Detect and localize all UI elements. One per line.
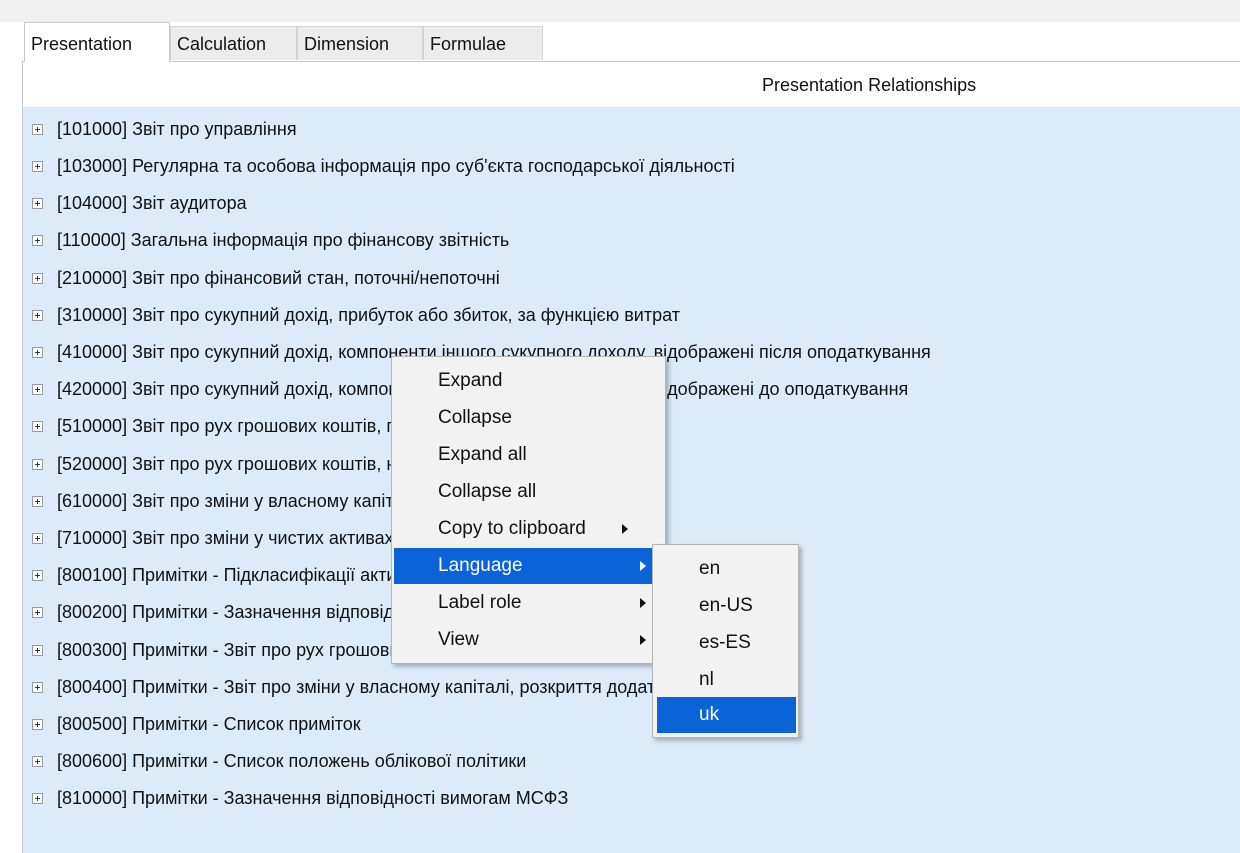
expand-icon[interactable] [32, 496, 43, 507]
expand-icon[interactable] [32, 533, 43, 544]
language-option-nl[interactable]: nl [657, 662, 796, 698]
tree-row[interactable]: [310000] Звіт про сукупний дохід, прибут… [23, 298, 1240, 335]
tree-row-label: [800200] Примітки - Зазначення відповідн… [57, 602, 436, 622]
tree-row-label: [104000] Звіт аудитора [57, 193, 247, 213]
tree-row-label: [710000] Звіт про зміни у чистих активах [57, 528, 394, 548]
menu-item-label: Collapse all [438, 481, 537, 502]
language-option-es-es[interactable]: es-ES [657, 625, 796, 661]
tree-row-label: [101000] Звіт про управління [57, 119, 297, 139]
submenu-arrow-icon [622, 524, 628, 534]
menu-item-label: Expand all [438, 444, 527, 465]
tab-calculation[interactable]: Calculation [170, 26, 297, 60]
expand-icon[interactable] [32, 682, 43, 693]
tab-formulae[interactable]: Formulae [423, 26, 543, 60]
context-menu: Expand Collapse Expand all Collapse all … [391, 356, 666, 664]
tab-presentation[interactable]: Presentation [24, 22, 170, 62]
tree-row-label: [800600] Примітки - Список положень облі… [57, 751, 527, 771]
menu-item-collapse[interactable]: Collapse [394, 400, 663, 436]
language-option-label: nl [699, 669, 714, 690]
expand-icon[interactable] [32, 793, 43, 804]
submenu-arrow-icon [640, 561, 646, 571]
language-option-en-us[interactable]: en-US [657, 588, 796, 624]
tree-row-label: [610000] Звіт про зміни у власному капіт… [57, 491, 418, 511]
expand-icon[interactable] [32, 273, 43, 284]
language-option-label: uk [699, 704, 720, 725]
tree-row[interactable]: [800400] Примітки - Звіт про зміни у вла… [23, 670, 1240, 707]
tree-row[interactable]: [810000] Примітки - Зазначення відповідн… [23, 781, 1240, 818]
menu-item-language[interactable]: Language [394, 548, 663, 584]
language-option-label: en [699, 558, 721, 579]
tree-row[interactable]: [110000] Загальна інформація про фінансо… [23, 223, 1240, 260]
tree-row-label: [210000] Звіт про фінансовий стан, поточ… [57, 268, 500, 288]
language-submenu: en en-US es-ES nl uk [652, 544, 799, 738]
expand-icon[interactable] [32, 235, 43, 246]
tree-row[interactable]: [800600] Примітки - Список положень облі… [23, 744, 1240, 781]
menu-item-collapse-all[interactable]: Collapse all [394, 474, 663, 510]
language-option-uk[interactable]: uk [657, 697, 796, 733]
expand-icon[interactable] [32, 421, 43, 432]
tree-row-label: [810000] Примітки - Зазначення відповідн… [57, 788, 569, 808]
expand-icon[interactable] [32, 347, 43, 358]
expand-icon[interactable] [32, 310, 43, 321]
tree-row[interactable]: [800500] Примітки - Список приміток [23, 707, 1240, 744]
tree-row-label: [110000] Загальна інформація про фінансо… [57, 230, 510, 250]
window-top-strip [0, 0, 1240, 22]
menu-item-label: Language [438, 555, 523, 576]
language-option-label: es-ES [699, 632, 751, 653]
menu-item-label: Label role [438, 592, 522, 613]
expand-icon[interactable] [32, 459, 43, 470]
language-option-en[interactable]: en [657, 551, 796, 587]
menu-item-label: Copy to clipboard [438, 518, 586, 539]
menu-item-expand[interactable]: Expand [394, 363, 663, 399]
tree-row[interactable]: [104000] Звіт аудитора [23, 186, 1240, 223]
expand-icon[interactable] [32, 719, 43, 730]
expand-icon[interactable] [32, 124, 43, 135]
menu-item-label: Expand [438, 370, 503, 391]
tree-row-label: [800500] Примітки - Список приміток [57, 714, 361, 734]
tree-row-label: [103000] Регулярна та особова інформація… [57, 156, 735, 176]
column-header[interactable]: Presentation Relationships [23, 62, 1240, 108]
column-header-label: Presentation Relationships [762, 75, 977, 95]
submenu-arrow-icon [640, 635, 646, 645]
expand-icon[interactable] [32, 570, 43, 581]
menu-item-expand-all[interactable]: Expand all [394, 437, 663, 473]
expand-icon[interactable] [32, 607, 43, 618]
expand-icon[interactable] [32, 645, 43, 656]
expand-icon[interactable] [32, 198, 43, 209]
tree-row-label: [310000] Звіт про сукупний дохід, прибут… [57, 305, 680, 325]
tree-row[interactable]: [210000] Звіт про фінансовий стан, поточ… [23, 261, 1240, 298]
menu-item-view[interactable]: View [394, 622, 663, 658]
tab-dimension[interactable]: Dimension [297, 26, 423, 60]
expand-icon[interactable] [32, 161, 43, 172]
language-option-label: en-US [699, 595, 753, 616]
submenu-arrow-icon [640, 598, 646, 608]
menu-item-label: View [438, 629, 479, 650]
tree-row[interactable]: [101000] Звіт про управління [23, 112, 1240, 149]
expand-icon[interactable] [32, 384, 43, 395]
expand-icon[interactable] [32, 756, 43, 767]
menu-item-label-role[interactable]: Label role [394, 585, 663, 621]
menu-item-copy-to-clipboard[interactable]: Copy to clipboard [394, 511, 663, 547]
tree-row[interactable]: [103000] Регулярна та особова інформація… [23, 149, 1240, 186]
menu-item-label: Collapse [438, 407, 512, 428]
